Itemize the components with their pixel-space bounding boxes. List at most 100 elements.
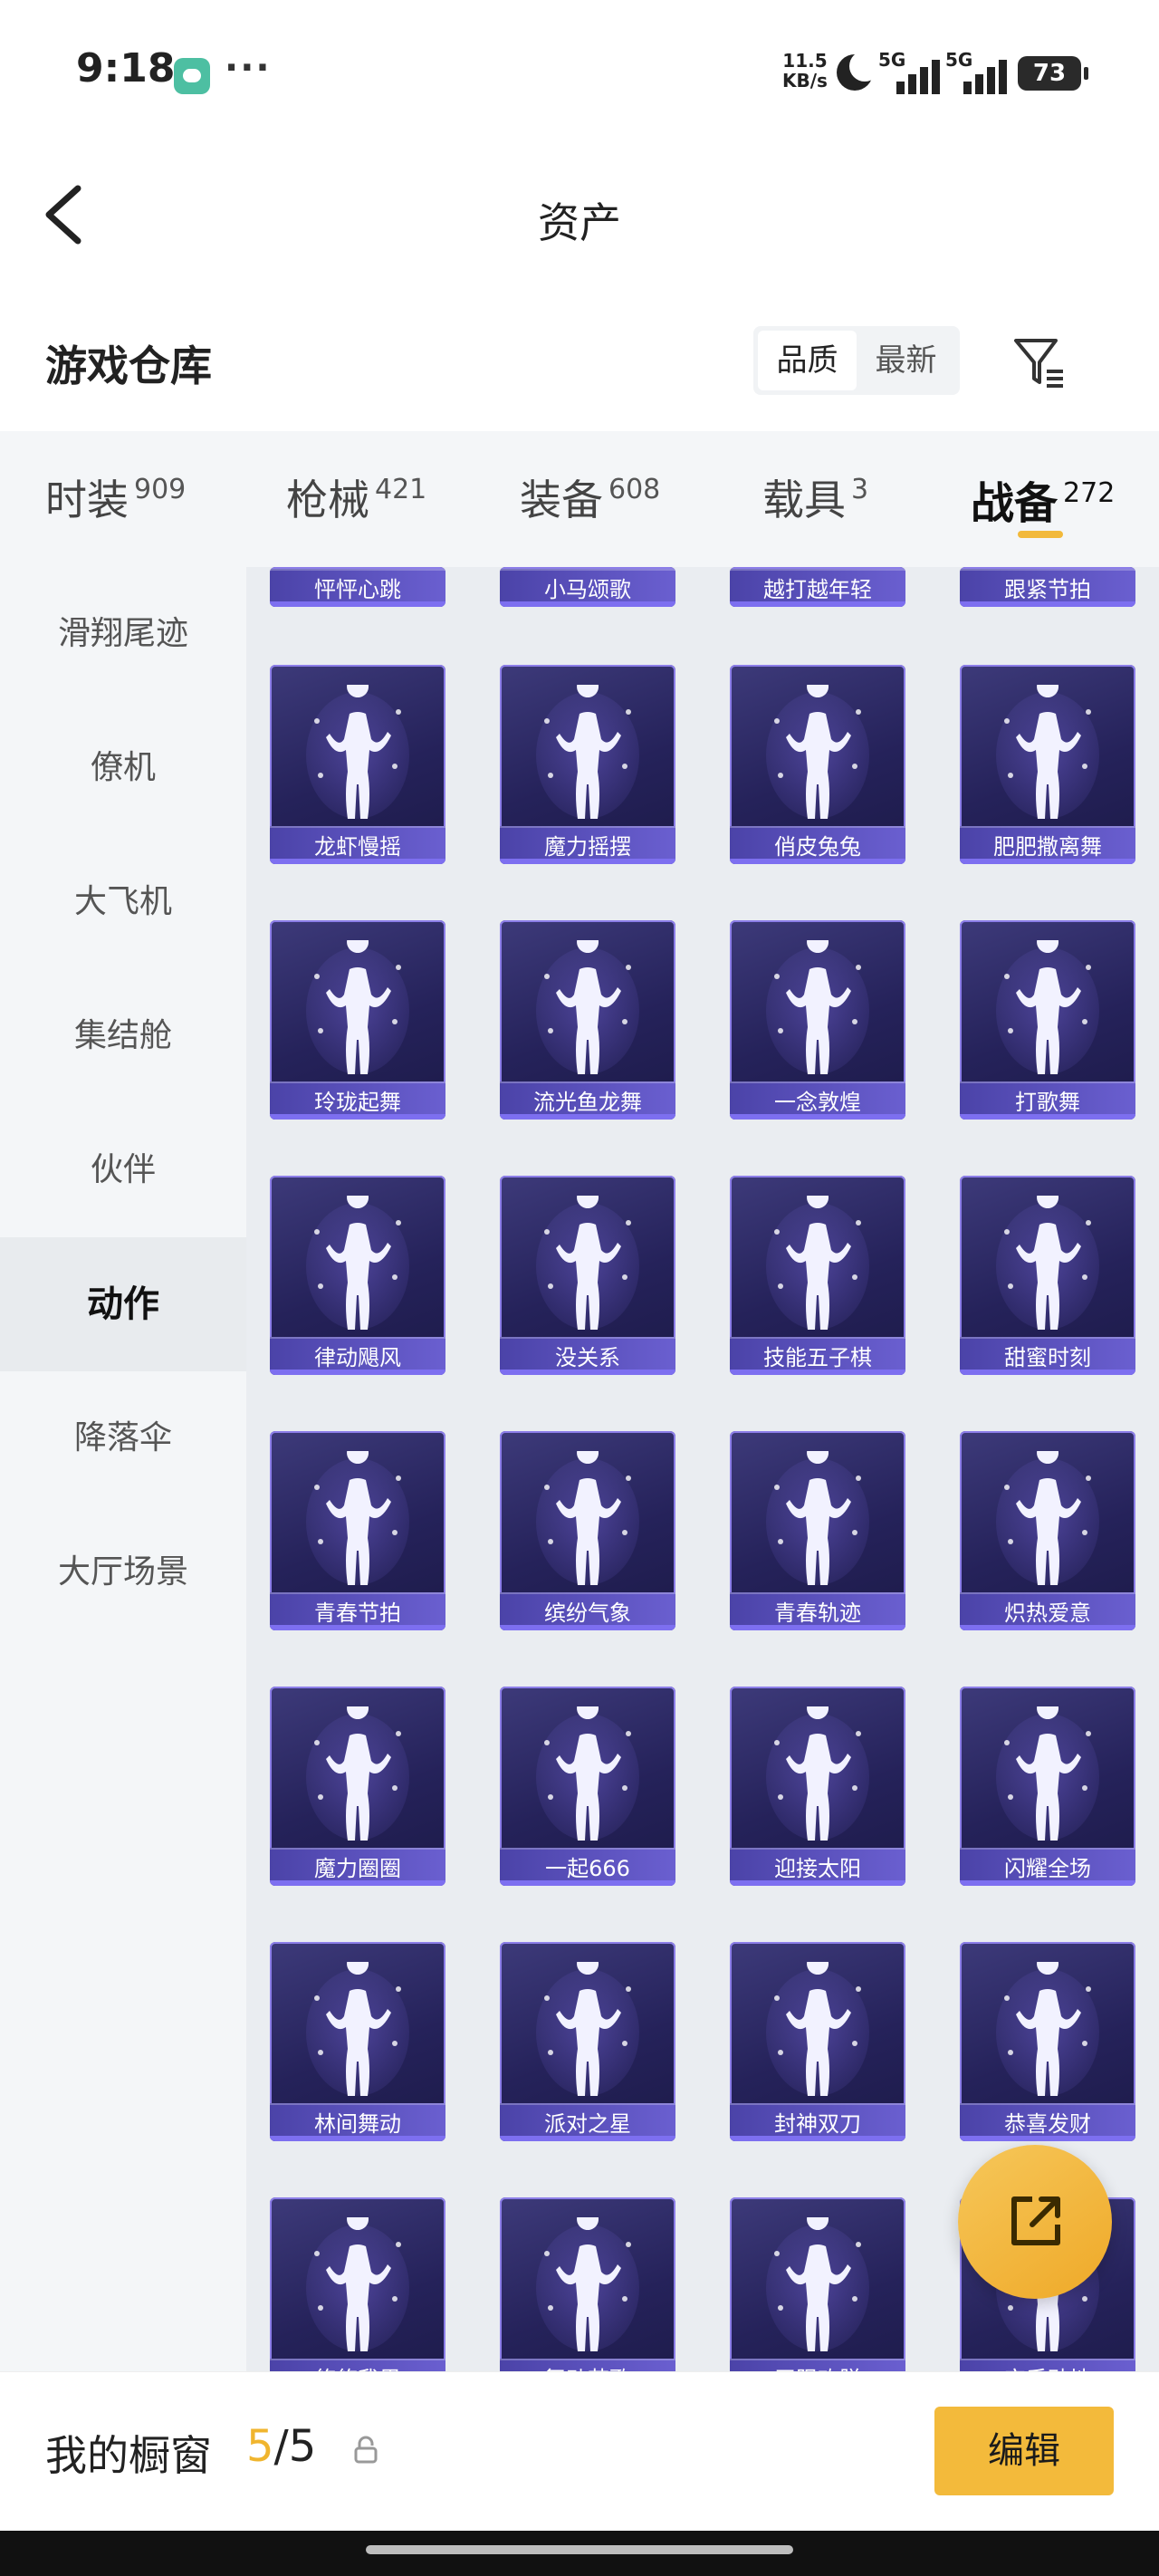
rarity-strip — [270, 2136, 445, 2141]
network-speed: 11.5 KB/s — [782, 51, 828, 91]
sidebar-item-wingman[interactable]: 僚机 — [0, 701, 246, 835]
sidebar-item-emotes[interactable]: 动作 — [0, 1237, 246, 1371]
lock-icon — [354, 2436, 378, 2464]
sidebar-item-assembly-pod[interactable]: 集结舱 — [0, 969, 246, 1103]
section-title: 游戏仓库 — [45, 341, 212, 390]
edit-button[interactable]: 编辑 — [934, 2407, 1114, 2495]
dancer-figure-icon — [774, 1706, 861, 1841]
emote-card[interactable]: 龙虾慢摇 — [270, 665, 445, 864]
emote-card[interactable]: 律动飓风 — [270, 1176, 445, 1375]
emote-card[interactable]: 魔力圈圈 — [270, 1687, 445, 1886]
showcase-current: 5 — [246, 2421, 274, 2472]
emote-card[interactable]: 越打越年轻 — [730, 567, 905, 607]
sidebar-item-companion[interactable]: 伙伴 — [0, 1103, 246, 1237]
sidebar-item-lobby-scene[interactable]: 大厅场景 — [0, 1505, 246, 1639]
rarity-strip — [270, 1880, 445, 1886]
emote-card[interactable]: 甜蜜时刻 — [960, 1176, 1135, 1375]
emote-card[interactable]: 缤纷气象 — [500, 1431, 675, 1630]
emote-card[interactable]: 俏皮兔兔 — [730, 665, 905, 864]
rarity-strip — [960, 1370, 1135, 1375]
showcase-total: /5 — [273, 2421, 317, 2472]
filter-icon[interactable] — [1011, 333, 1068, 391]
sidebar-item-big-plane[interactable]: 大飞机 — [0, 835, 246, 969]
emote-card[interactable]: 玲珑起舞 — [270, 920, 445, 1120]
emote-card[interactable]: 技能五子棋 — [730, 1176, 905, 1375]
emote-card[interactable]: 一起666 — [500, 1687, 675, 1886]
emote-card[interactable]: 怦怦心跳 — [270, 567, 445, 607]
rarity-strip — [500, 2136, 675, 2141]
dancer-figure-icon — [1004, 1962, 1091, 2096]
more-notifications-icon: ··· — [225, 47, 272, 89]
emote-card[interactable]: 流光鱼龙舞 — [500, 920, 675, 1120]
emote-card[interactable]: 封神双刀 — [730, 1942, 905, 2141]
emote-card[interactable]: 迎接太阳 — [730, 1687, 905, 1886]
share-button[interactable] — [958, 2145, 1112, 2299]
sidebar-item-parachute[interactable]: 降落伞 — [0, 1371, 246, 1505]
emote-card[interactable]: 跟紧节拍 — [960, 567, 1135, 607]
sort-by-newest-button[interactable]: 最新 — [857, 331, 955, 390]
rarity-strip — [960, 1114, 1135, 1120]
wechat-icon — [174, 58, 210, 94]
dancer-figure-icon — [314, 1962, 401, 2096]
tab-equipment[interactable]: 装备 608 — [520, 467, 660, 549]
tab-vehicles[interactable]: 载具 3 — [762, 467, 868, 549]
tab-count: 608 — [608, 474, 661, 505]
tab-label: 装备 — [520, 476, 603, 524]
emote-card[interactable]: 无限欢脱 — [730, 2197, 905, 2371]
emote-card[interactable]: 小马颂歌 — [500, 567, 675, 607]
showcase-bar: 我的橱窗 5/5 编辑 — [0, 2371, 1159, 2531]
emote-card[interactable]: 炽热爱意 — [960, 1431, 1135, 1630]
rarity-strip — [730, 1370, 905, 1375]
dancer-figure-icon — [544, 685, 631, 819]
emote-card[interactable]: 没关系 — [500, 1176, 675, 1375]
emote-card[interactable]: 一念敦煌 — [730, 920, 905, 1120]
rarity-strip — [270, 859, 445, 864]
tab-weapons[interactable]: 枪械 421 — [286, 467, 426, 549]
sidebar-item-glide-trail[interactable]: 滑翔尾迹 — [0, 567, 246, 701]
signal-icon: 5G — [945, 49, 1018, 94]
rarity-strip — [500, 1370, 675, 1375]
dancer-figure-icon — [774, 2217, 861, 2351]
dancer-figure-icon — [544, 1196, 631, 1330]
rarity-strip — [270, 1625, 445, 1630]
emote-card[interactable]: 打歌舞 — [960, 920, 1135, 1120]
share-out-icon — [1011, 2196, 1060, 2245]
top-app-bar: 资产 — [0, 145, 1159, 281]
emote-card[interactable]: 舞动苗歌 — [500, 2197, 675, 2371]
emote-card[interactable]: 闪耀全场 — [960, 1687, 1135, 1886]
emote-card[interactable]: 恭喜发财 — [960, 1942, 1135, 2141]
rarity-strip — [730, 859, 905, 864]
rarity-strip — [730, 2136, 905, 2141]
emote-card[interactable]: 林间舞动 — [270, 1942, 445, 2141]
tab-label: 载具 — [762, 476, 846, 524]
emote-card[interactable]: 魔力摇摆 — [500, 665, 675, 864]
emote-name: 悠悠我思 — [270, 2359, 445, 2371]
tab-label: 战备 — [971, 478, 1058, 529]
dancer-figure-icon — [314, 1706, 401, 1841]
tab-fashion[interactable]: 时装 909 — [45, 467, 186, 549]
rarity-strip — [730, 1880, 905, 1886]
item-grid: 怦怦心跳 小马颂歌 越打越年轻 跟紧节拍龙虾慢摇 魔力摇摆 俏皮兔兔 肥肥撒离舞玲珑起舞 流光… — [246, 567, 1159, 2371]
rarity-strip — [500, 1114, 675, 1120]
dancer-figure-icon — [544, 1451, 631, 1585]
dancer-figure-icon — [1004, 1451, 1091, 1585]
showcase-label: 我的橱窗 — [45, 2431, 212, 2480]
emote-card[interactable]: 派对之星 — [500, 1942, 675, 2141]
signal-icon: 5G — [878, 49, 951, 94]
emote-card[interactable]: 青春节拍 — [270, 1431, 445, 1630]
rarity-strip — [960, 1880, 1135, 1886]
tab-label: 枪械 — [286, 476, 369, 524]
dancer-figure-icon — [1004, 940, 1091, 1074]
dancer-figure-icon — [774, 1451, 861, 1585]
tab-count: 421 — [375, 474, 427, 505]
emote-card[interactable]: 青春轨迹 — [730, 1431, 905, 1630]
dancer-figure-icon — [774, 940, 861, 1074]
dancer-figure-icon — [1004, 685, 1091, 819]
page-title: 资产 — [538, 198, 621, 247]
sort-by-quality-button[interactable]: 品质 — [758, 331, 857, 390]
rarity-strip — [500, 859, 675, 864]
home-gesture-handle[interactable] — [366, 2545, 793, 2554]
emote-card[interactable]: 悠悠我思 — [270, 2197, 445, 2371]
emote-card[interactable]: 肥肥撒离舞 — [960, 665, 1135, 864]
rarity-strip — [500, 601, 675, 607]
